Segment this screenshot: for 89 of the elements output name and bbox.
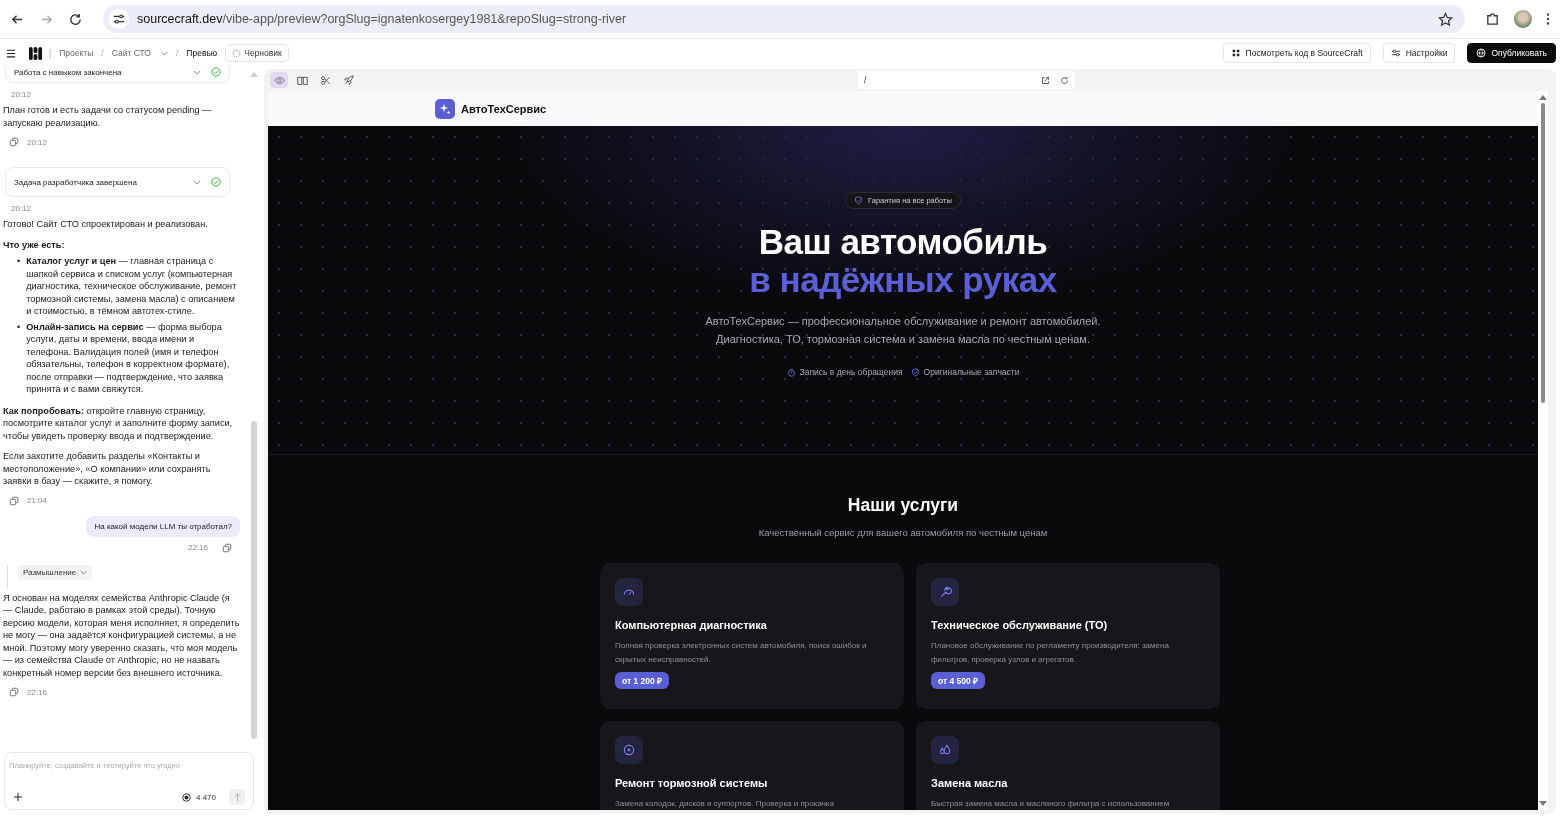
star-icon[interactable] <box>1438 11 1453 27</box>
draft-chip: Черновик <box>225 44 289 62</box>
task-status-card[interactable]: Работа с навыком закончена <box>5 67 230 83</box>
user-message: На какой модели LLM ты отработал? <box>86 515 240 537</box>
message-text: Я основан на моделях семейства Anthropic Claude (я — Claude, работаю в рамках этой среды). Точную версию модели, которая меня исполняет, я определить не могу — она задаётся конфигурацией системы, а не мной. Поэтому могу уверенно сказать, что моя модель — из семейства Claude от Anthropic, но не назвать конкретный номер версии без внешнего источника. <box>3 591 240 679</box>
coin-icon <box>181 792 191 802</box>
timestamp: 22:16 <box>187 543 208 552</box>
thinking-toggle[interactable]: Размышление <box>18 564 93 580</box>
globe-icon[interactable] <box>1476 48 1487 58</box>
project-dropdown[interactable]: Сайт СТО <box>109 48 170 58</box>
copy-icon[interactable] <box>9 687 19 697</box>
bullet-marker: • <box>17 255 21 268</box>
message-text: Готово! Сайт СТО спроектирован и реализован. <box>3 218 208 231</box>
service-title: Компьютерная диагностика <box>615 619 767 631</box>
copy-icon[interactable] <box>222 542 232 553</box>
timestamp: 20:12 <box>27 137 48 147</box>
service-title: Ремонт тормозной системы <box>615 777 768 789</box>
section-subtitle: Качественный сервис для вашего автомобиля по честным ценам <box>758 527 1048 538</box>
preview-address-field[interactable]: / <box>858 71 1075 89</box>
wrench-icon <box>931 578 959 606</box>
breadcrumb-separator: / <box>101 48 104 58</box>
menu-icon[interactable] <box>6 48 16 58</box>
shield-icon <box>910 367 920 377</box>
logo-icon[interactable] <box>28 45 43 61</box>
copy-icon[interactable] <box>9 495 19 506</box>
open-external-icon[interactable] <box>1041 75 1050 85</box>
gauge-icon <box>615 578 643 606</box>
plus-icon[interactable] <box>13 792 23 802</box>
service-card[interactable]: Ремонт тормозной системы Замена колодок, дисков и суппортов. Проверка и прокачка <box>600 721 904 810</box>
hero-description: Диагностика, ТО, тормозная система и замена масла по честным ценам. <box>716 332 1090 347</box>
service-description: Быстрая замена масла и масляного фильтра с использованием <box>931 798 1170 810</box>
service-title: Замена масла <box>931 777 1008 789</box>
timestamp: 20:12 <box>10 89 32 101</box>
task-status-card[interactable]: Задача разработчика завершена <box>5 167 230 197</box>
copy-icon[interactable] <box>9 137 19 147</box>
list-item: Каталог услуг и цен — главная страница с шапкой сервиса и списком услуг (компьютерная диагностика, техническое обслуживание, ремонт тормозной системы, замена масла) с описанием и стоимостью, в тёмном автотех-стиле. <box>26 255 238 318</box>
timestamp: 22:16 <box>27 687 48 697</box>
settings-button[interactable]: Настройки <box>1382 43 1456 63</box>
feature-text: Запись в день обращения <box>799 367 903 377</box>
price-tag: от 4 500 ₽ <box>931 672 986 689</box>
dashed-circle-icon <box>232 48 242 58</box>
publish-button[interactable]: Опубликовать <box>1467 43 1556 63</box>
hero-title: Ваш автомобиль <box>758 223 1048 261</box>
hero-description: АвтоТехСервис — профессиональное обслуживание и ремонт автомобилей. <box>705 314 1101 329</box>
message-heading: Что уже есть: <box>3 238 65 251</box>
status-text: Работа с навыком закончена <box>14 67 123 77</box>
chevron-down-icon[interactable] <box>193 69 201 75</box>
divider-text: | <box>49 48 52 58</box>
settings-icon[interactable] <box>1390 48 1401 58</box>
extensions-icon[interactable] <box>1485 11 1500 27</box>
price-tag: от 1 200 ₽ <box>615 672 670 689</box>
list-item: Онлайн-запись на сервис — форма выбора услуги, даты и времени, ввода имени и телефона. Валидация полей (имя и телефон обязательны, телефон в корректном формате), после отправки — подтверждение, что заявка принята и с вами свяжутся. <box>26 320 231 396</box>
service-card[interactable]: Техническое обслуживание (ТО) Плановое обслуживание по регламенту производителя: замена фильтров, проверка узлов и агрегатов. от 4 500 ₽ <box>916 563 1220 709</box>
service-description: Плановое обслуживание по регламенту производителя: замена фильтров, проверка узлов и агрегатов. <box>931 640 1170 666</box>
chevron-down-icon[interactable] <box>193 179 201 185</box>
scrollbar-thumb[interactable] <box>1541 103 1545 403</box>
credit-count: 4 470 <box>195 792 216 802</box>
drops-icon <box>931 736 959 764</box>
service-card[interactable]: Замена масла Быстрая замена масла и масляного фильтра с использованием <box>916 721 1220 810</box>
brand-name[interactable]: АвтоТехСервис <box>461 102 547 115</box>
scroll-down-icon[interactable] <box>1539 801 1547 807</box>
scroll-up-icon[interactable] <box>1539 94 1547 100</box>
service-description: Замена колодок, дисков и суппортов. Проверка и прокачка <box>615 798 834 810</box>
menu-icon[interactable] <box>1546 12 1550 26</box>
breadcrumb-current: Превью <box>185 48 219 58</box>
avatar[interactable] <box>1514 10 1532 28</box>
service-title: Техническое обслуживание (ТО) <box>931 619 1108 631</box>
feature-text: Оригинальные запчасти <box>923 367 1020 377</box>
section-title: Наши услуги <box>847 495 959 516</box>
message-text: Как попробовать: откройте главную страницу, посмотрите каталог услуг и заполните форму записи, чтобы увидеть проверку ввода и подтверждение. <box>3 404 234 442</box>
address-bar[interactable]: sourcecraft.dev/vibe-app/preview?orgSlug=ignatenkosergey1981&repoSlug=strong-river <box>103 5 1465 33</box>
bullet-marker: • <box>17 320 21 333</box>
breadcrumb-separator: / <box>175 48 179 58</box>
stopwatch-icon <box>786 367 796 377</box>
site-settings-icon[interactable] <box>109 9 129 29</box>
timestamp: 21:04 <box>27 496 48 505</box>
hero-title-accent: в надёжных руках <box>749 261 1057 299</box>
sparkle-logo-icon[interactable] <box>435 98 455 119</box>
scrollbar-thumb[interactable] <box>251 421 257 739</box>
message-text: Если захотите добавить разделы «Контакты и местоположение», «О компании» или сохранять заявки в базу — скажите, я помогу. <box>3 450 212 488</box>
message-text: План готов и есть задачи со статусом pending — запускаю реализацию. <box>3 104 213 129</box>
view-code-button[interactable]: Посмотреть код в SourceCraft <box>1222 43 1371 63</box>
reload-icon[interactable] <box>68 11 83 27</box>
status-text: Задача разработчика завершена <box>14 177 138 187</box>
timestamp: 20:12 <box>10 203 32 215</box>
breadcrumb-link[interactable]: Проекты <box>57 48 96 58</box>
service-card[interactable]: Компьютерная диагностика Полная проверка электронных систем автомобиля, поиск ошибок и скрытых неисправностей. от 1 200 ₽ <box>600 563 904 709</box>
grid-logo-icon[interactable] <box>1230 48 1241 58</box>
service-description: Полная проверка электронных систем автомобиля, поиск ошибок и скрытых неисправностей. <box>615 640 868 666</box>
